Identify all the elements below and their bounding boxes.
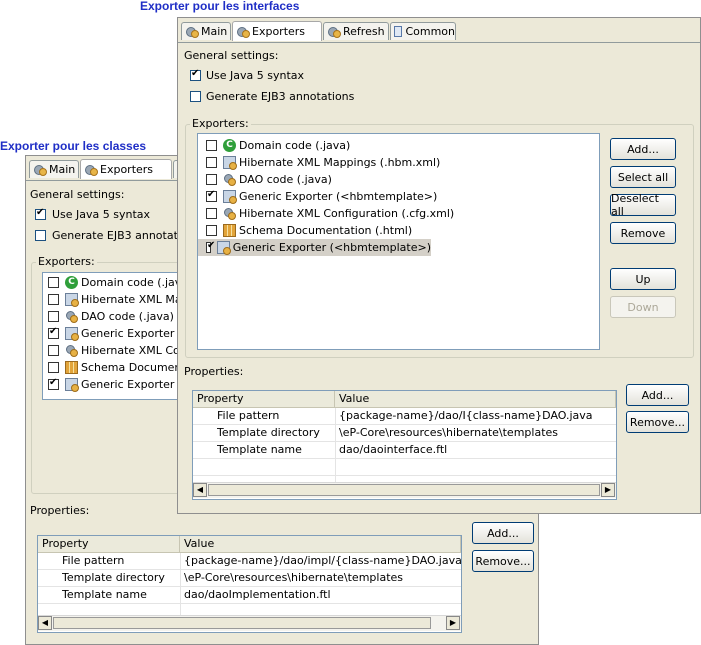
hibernate-icon xyxy=(65,327,79,341)
table-header: Property Value xyxy=(38,536,461,553)
properties-label: Properties: xyxy=(184,365,244,378)
add-exporter-button[interactable]: Add... xyxy=(610,138,676,160)
column-header-value[interactable]: Value xyxy=(335,391,616,407)
hibernate-icon xyxy=(216,241,231,255)
tab-refresh[interactable]: Refresh xyxy=(323,22,389,40)
scroll-thumb[interactable] xyxy=(53,617,431,629)
exporter-checkbox[interactable] xyxy=(48,362,59,373)
tab-main[interactable]: Main xyxy=(181,22,231,40)
exporter-checkbox[interactable] xyxy=(48,377,59,390)
hibernate-icon xyxy=(65,293,79,307)
table-row[interactable]: Template name dao/daointerface.ftl xyxy=(193,442,616,459)
hibernate-icon xyxy=(223,156,237,170)
use-java5-checkbox[interactable] xyxy=(35,207,46,220)
exporter-checkbox[interactable] xyxy=(206,189,217,202)
exporter-item-selected[interactable]: Generic Exporter (<hbmtemplate>) xyxy=(198,239,431,256)
remove-exporter-button[interactable]: Remove xyxy=(610,222,676,244)
exporters-tab-icon xyxy=(236,25,250,38)
exporters-list: C Domain code (.java) Hibernate XML Mapp… xyxy=(197,133,600,350)
scroll-left-icon[interactable]: ◀ xyxy=(38,616,52,630)
schema-icon xyxy=(65,361,78,374)
tab-main[interactable]: Main xyxy=(29,160,79,178)
exporter-item[interactable]: Generic Exporter (<hbmtemplate>) xyxy=(198,188,599,205)
remove-property-button[interactable]: Remove... xyxy=(626,411,689,433)
dao-icon xyxy=(223,207,236,220)
use-java5-checkbox[interactable] xyxy=(190,68,201,81)
exporter-checkbox[interactable] xyxy=(48,345,59,356)
caption-interfaces: Exporter pour les interfaces xyxy=(140,0,300,13)
java-class-icon: C xyxy=(223,139,236,152)
exporter-checkbox[interactable] xyxy=(206,225,217,236)
table-row[interactable]: Template directory \eP-Core\resources\hi… xyxy=(193,425,616,442)
exporter-checkbox[interactable] xyxy=(206,140,217,151)
table-row[interactable]: File pattern {package-name}/dao/I{class-… xyxy=(193,408,616,425)
window-icon xyxy=(394,26,403,37)
schema-icon xyxy=(223,224,236,237)
caption-classes: Exporter pour les classes xyxy=(0,139,147,153)
properties-label: Properties: xyxy=(30,504,90,517)
table-row[interactable]: Template name dao/daoImplementation.ftl xyxy=(38,587,461,604)
exporter-checkbox[interactable] xyxy=(48,311,59,322)
main-tab-icon xyxy=(33,163,47,176)
horizontal-scrollbar[interactable]: ◀ ▶ xyxy=(193,482,616,498)
scroll-left-icon[interactable]: ◀ xyxy=(193,483,207,497)
general-settings-label: General settings: xyxy=(184,49,279,62)
interfaces-config-panel: Main Exporters Refresh Common General se… xyxy=(177,17,701,514)
generate-ejb3-label: Generate EJB3 annotatior xyxy=(52,229,193,242)
dao-icon xyxy=(223,173,236,186)
exporters-group-label: Exporters: xyxy=(190,117,251,130)
scroll-right-icon[interactable]: ▶ xyxy=(446,616,460,630)
scroll-thumb[interactable] xyxy=(208,484,600,496)
exporter-checkbox[interactable] xyxy=(48,326,59,339)
tab-common[interactable]: Common xyxy=(390,22,456,40)
remove-property-button[interactable]: Remove... xyxy=(472,550,534,572)
exporters-group-label: Exporters: xyxy=(36,255,97,268)
refresh-icon xyxy=(327,25,341,38)
move-up-button[interactable]: Up xyxy=(610,268,676,290)
exporter-item[interactable]: Schema Documentation (.html) xyxy=(198,222,599,239)
add-property-button[interactable]: Add... xyxy=(626,384,689,406)
exporter-checkbox[interactable] xyxy=(206,174,217,185)
exporter-item[interactable]: C Domain code (.java) xyxy=(198,137,599,154)
table-header: Property Value xyxy=(193,391,616,408)
properties-table: Property Value File pattern {package-nam… xyxy=(192,390,617,500)
main-tab-icon xyxy=(185,25,199,38)
exporters-tab-icon xyxy=(84,163,98,176)
horizontal-scrollbar[interactable]: ◀ ▶ xyxy=(38,615,461,631)
properties-table: Property Value File pattern {package-nam… xyxy=(37,535,462,633)
exporter-item[interactable]: Hibernate XML Configuration (.cfg.xml) xyxy=(198,205,599,222)
column-header-value[interactable]: Value xyxy=(180,536,461,552)
table-row[interactable]: Template directory \eP-Core\resources\hi… xyxy=(38,570,461,587)
use-java5-label: Use Java 5 syntax xyxy=(206,69,305,82)
exporter-checkbox[interactable] xyxy=(48,294,59,305)
move-down-button[interactable]: Down xyxy=(610,296,676,318)
exporter-item[interactable]: DAO code (.java) xyxy=(198,171,599,188)
exporter-checkbox[interactable] xyxy=(206,240,215,253)
tab-exporters[interactable]: Exporters xyxy=(232,21,322,41)
column-header-property[interactable]: Property xyxy=(193,391,335,407)
generate-ejb3-checkbox[interactable] xyxy=(35,230,46,241)
exporter-checkbox[interactable] xyxy=(206,208,217,219)
deselect-all-button[interactable]: Deselect all xyxy=(610,192,676,218)
hibernate-icon xyxy=(223,190,237,204)
exporter-checkbox[interactable] xyxy=(48,277,59,288)
table-row[interactable]: File pattern {package-name}/dao/impl/{cl… xyxy=(38,553,461,570)
exporter-item[interactable]: Hibernate XML Mappings (.hbm.xml) xyxy=(198,154,599,171)
tab-exporters[interactable]: Exporters xyxy=(80,159,172,179)
dao-icon xyxy=(65,344,78,357)
use-java5-label: Use Java 5 syntax xyxy=(52,208,151,221)
scroll-right-icon[interactable]: ▶ xyxy=(601,483,615,497)
general-settings-label: General settings: xyxy=(30,188,125,201)
select-all-button[interactable]: Select all xyxy=(610,166,676,188)
generate-ejb3-checkbox[interactable] xyxy=(190,91,201,102)
table-row xyxy=(193,459,616,476)
java-class-icon: C xyxy=(65,276,78,289)
add-property-button[interactable]: Add... xyxy=(472,522,534,544)
hibernate-icon xyxy=(65,378,79,392)
generate-ejb3-label: Generate EJB3 annotations xyxy=(206,90,355,103)
column-header-property[interactable]: Property xyxy=(38,536,180,552)
dao-icon xyxy=(65,310,78,323)
exporter-checkbox[interactable] xyxy=(206,157,217,168)
